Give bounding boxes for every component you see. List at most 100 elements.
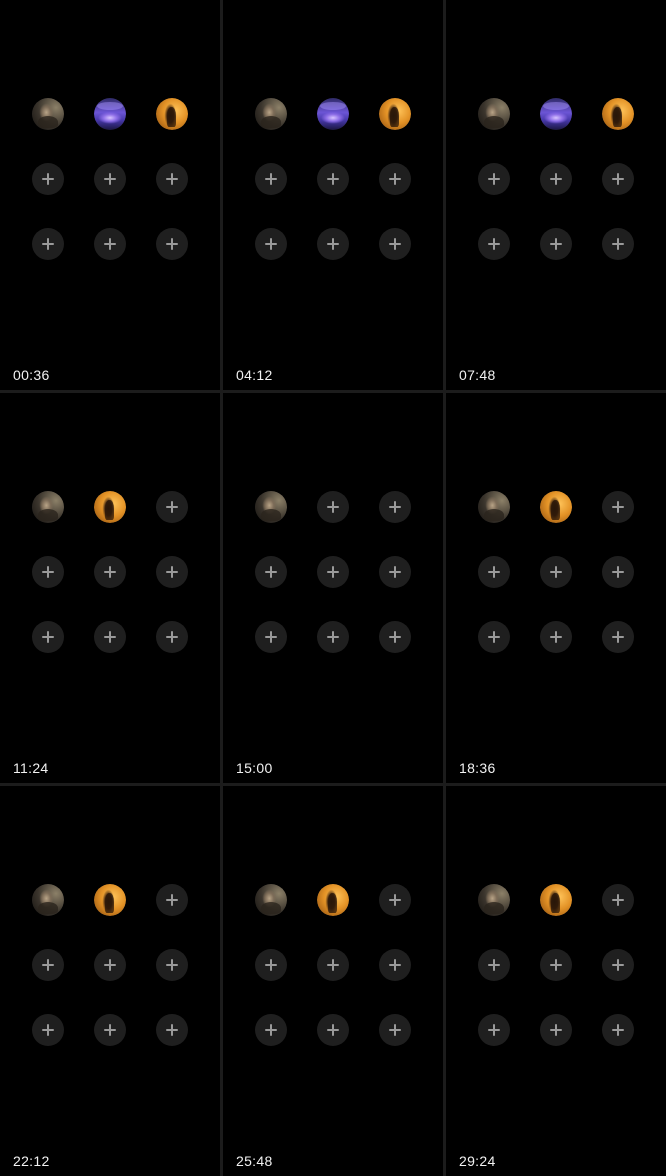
add-avatar-button[interactable] bbox=[478, 556, 510, 588]
add-avatar-button[interactable] bbox=[32, 556, 64, 588]
add-avatar-button[interactable] bbox=[478, 1014, 510, 1046]
avatar-slot-filled[interactable] bbox=[94, 884, 126, 916]
add-avatar-button[interactable] bbox=[540, 228, 572, 260]
video-frame: 29:24 bbox=[446, 786, 666, 1176]
add-avatar-button[interactable] bbox=[255, 621, 287, 653]
add-avatar-button[interactable] bbox=[317, 163, 349, 195]
add-avatar-button[interactable] bbox=[156, 556, 188, 588]
add-avatar-button[interactable] bbox=[602, 1014, 634, 1046]
add-avatar-button[interactable] bbox=[602, 884, 634, 916]
plus-icon bbox=[166, 501, 178, 513]
add-avatar-button[interactable] bbox=[540, 163, 572, 195]
add-avatar-button[interactable] bbox=[602, 621, 634, 653]
avatar-slot-filled[interactable] bbox=[602, 98, 634, 130]
add-avatar-button[interactable] bbox=[602, 491, 634, 523]
add-avatar-button[interactable] bbox=[602, 163, 634, 195]
add-avatar-button[interactable] bbox=[317, 621, 349, 653]
plus-icon bbox=[265, 238, 277, 250]
add-avatar-button[interactable] bbox=[156, 621, 188, 653]
plus-icon bbox=[550, 631, 562, 643]
add-avatar-button[interactable] bbox=[32, 949, 64, 981]
add-avatar-button[interactable] bbox=[478, 228, 510, 260]
avatar bbox=[255, 491, 287, 523]
add-avatar-button[interactable] bbox=[32, 228, 64, 260]
avatar-slot-filled[interactable] bbox=[32, 491, 64, 523]
add-avatar-button[interactable] bbox=[32, 621, 64, 653]
add-avatar-button[interactable] bbox=[255, 163, 287, 195]
add-avatar-button[interactable] bbox=[540, 949, 572, 981]
add-avatar-button[interactable] bbox=[32, 1014, 64, 1046]
plus-icon bbox=[42, 959, 54, 971]
add-avatar-button[interactable] bbox=[317, 949, 349, 981]
add-avatar-button[interactable] bbox=[478, 949, 510, 981]
add-avatar-button[interactable] bbox=[255, 228, 287, 260]
add-avatar-button[interactable] bbox=[379, 949, 411, 981]
plus-icon bbox=[265, 173, 277, 185]
frame-timestamp: 07:48 bbox=[459, 367, 496, 383]
add-avatar-button[interactable] bbox=[156, 884, 188, 916]
add-avatar-button[interactable] bbox=[540, 1014, 572, 1046]
add-avatar-button[interactable] bbox=[255, 1014, 287, 1046]
add-avatar-button[interactable] bbox=[156, 228, 188, 260]
add-avatar-button[interactable] bbox=[379, 491, 411, 523]
add-avatar-button[interactable] bbox=[317, 491, 349, 523]
add-avatar-button[interactable] bbox=[478, 621, 510, 653]
avatar-slot-filled[interactable] bbox=[540, 98, 572, 130]
avatar-slot-filled[interactable] bbox=[379, 98, 411, 130]
add-avatar-button[interactable] bbox=[255, 949, 287, 981]
add-avatar-button[interactable] bbox=[317, 228, 349, 260]
avatar-slot-filled[interactable] bbox=[32, 884, 64, 916]
add-avatar-button[interactable] bbox=[156, 163, 188, 195]
avatar-slot-filled[interactable] bbox=[478, 884, 510, 916]
avatar-slot-filled[interactable] bbox=[478, 491, 510, 523]
plus-icon bbox=[104, 631, 116, 643]
add-avatar-button[interactable] bbox=[602, 228, 634, 260]
avatar-slot-filled[interactable] bbox=[255, 98, 287, 130]
avatar-slot-filled[interactable] bbox=[255, 884, 287, 916]
add-avatar-button[interactable] bbox=[32, 163, 64, 195]
avatar-slot-filled[interactable] bbox=[255, 491, 287, 523]
avatar-slot-filled[interactable] bbox=[317, 98, 349, 130]
avatar-slot-filled[interactable] bbox=[540, 884, 572, 916]
add-avatar-button[interactable] bbox=[379, 163, 411, 195]
avatar-slot-filled[interactable] bbox=[317, 884, 349, 916]
plus-icon bbox=[327, 566, 339, 578]
add-avatar-button[interactable] bbox=[156, 949, 188, 981]
avatar bbox=[255, 884, 287, 916]
add-avatar-button[interactable] bbox=[379, 621, 411, 653]
add-avatar-button[interactable] bbox=[94, 556, 126, 588]
add-avatar-button[interactable] bbox=[94, 163, 126, 195]
add-avatar-button[interactable] bbox=[255, 556, 287, 588]
avatar-slot-filled[interactable] bbox=[94, 98, 126, 130]
add-avatar-button[interactable] bbox=[156, 491, 188, 523]
avatar-slot-grid bbox=[32, 884, 188, 1046]
add-avatar-button[interactable] bbox=[94, 621, 126, 653]
avatar-slot-grid bbox=[478, 98, 634, 260]
add-avatar-button[interactable] bbox=[602, 556, 634, 588]
avatar bbox=[32, 491, 64, 523]
add-avatar-button[interactable] bbox=[602, 949, 634, 981]
avatar-slot-filled[interactable] bbox=[32, 98, 64, 130]
add-avatar-button[interactable] bbox=[379, 884, 411, 916]
avatar-slot-grid bbox=[255, 491, 411, 653]
add-avatar-button[interactable] bbox=[156, 1014, 188, 1046]
add-avatar-button[interactable] bbox=[540, 621, 572, 653]
avatar-slot-filled[interactable] bbox=[540, 491, 572, 523]
avatar-slot-filled[interactable] bbox=[478, 98, 510, 130]
add-avatar-button[interactable] bbox=[478, 163, 510, 195]
plus-icon bbox=[550, 959, 562, 971]
add-avatar-button[interactable] bbox=[317, 1014, 349, 1046]
add-avatar-button[interactable] bbox=[94, 1014, 126, 1046]
add-avatar-button[interactable] bbox=[317, 556, 349, 588]
avatar-slot-filled[interactable] bbox=[156, 98, 188, 130]
avatar bbox=[478, 98, 510, 130]
add-avatar-button[interactable] bbox=[94, 228, 126, 260]
add-avatar-button[interactable] bbox=[540, 556, 572, 588]
add-avatar-button[interactable] bbox=[379, 556, 411, 588]
plus-icon bbox=[488, 173, 500, 185]
plus-icon bbox=[327, 1024, 339, 1036]
add-avatar-button[interactable] bbox=[379, 1014, 411, 1046]
avatar-slot-filled[interactable] bbox=[94, 491, 126, 523]
add-avatar-button[interactable] bbox=[94, 949, 126, 981]
add-avatar-button[interactable] bbox=[379, 228, 411, 260]
